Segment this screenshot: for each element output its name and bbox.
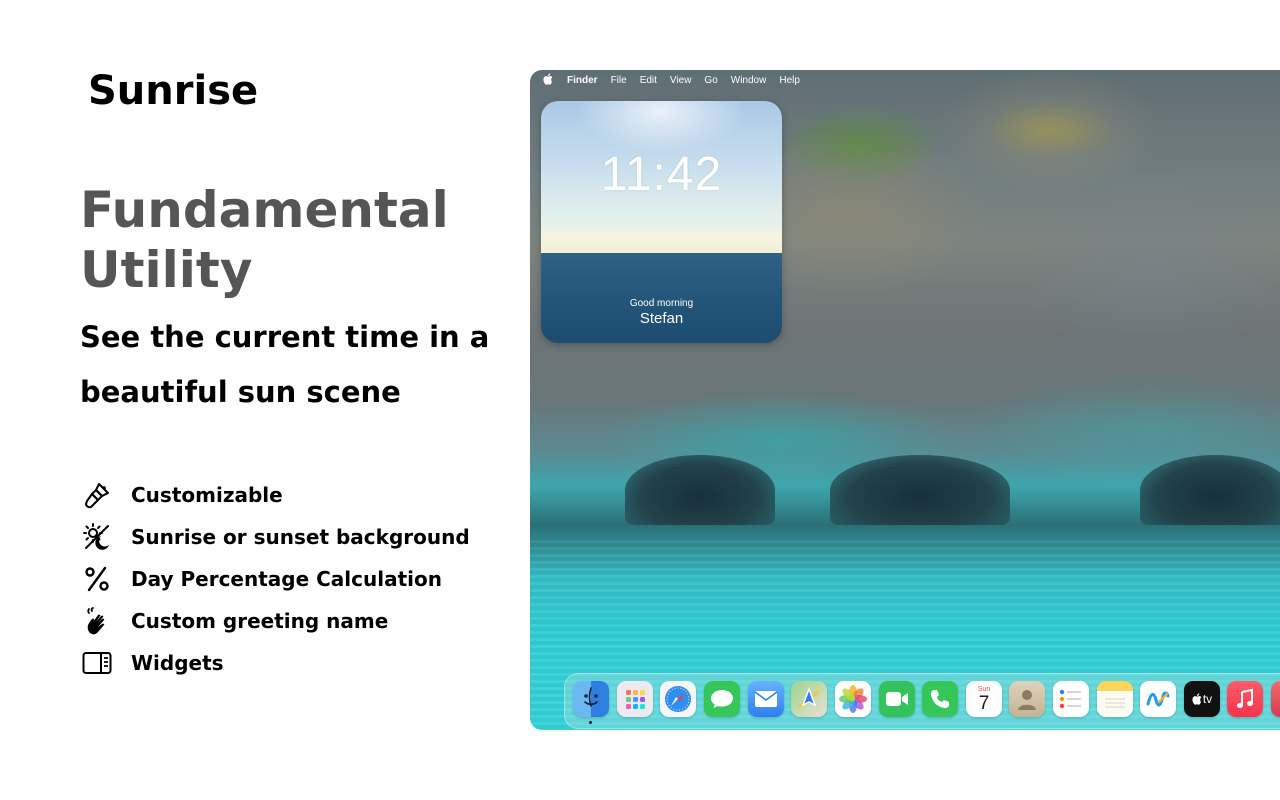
widget-horizon [541, 231, 782, 253]
percent-icon [80, 562, 114, 596]
wallpaper-cave [625, 455, 775, 525]
calendar-icon[interactable]: Sun 7 [966, 681, 1002, 717]
reminders-icon[interactable] [1053, 681, 1089, 717]
widget-greeting: Good morning [629, 298, 694, 309]
feature-label: Custom greeting name [131, 609, 389, 633]
feature-label: Day Percentage Calculation [131, 567, 442, 591]
tv-icon[interactable]: tv [1184, 681, 1220, 717]
running-indicator [589, 721, 592, 724]
freeform-icon[interactable] [1140, 681, 1176, 717]
photos-icon[interactable] [835, 681, 871, 717]
sun-moon-icon [80, 520, 114, 554]
page: Sunrise Fundamental Utility See the curr… [0, 0, 1280, 800]
launchpad-icon[interactable] [617, 681, 653, 717]
podcasts-icon[interactable] [1271, 681, 1280, 717]
feature-item: Widgets [80, 642, 520, 684]
widget-sidebar-icon [80, 646, 114, 680]
menu-item-view[interactable]: View [670, 75, 692, 86]
contacts-icon[interactable] [1009, 681, 1045, 717]
feature-label: Customizable [131, 483, 283, 507]
feature-item: Day Percentage Calculation [80, 558, 520, 600]
widget-name: Stefan [639, 310, 684, 327]
menu-item-window[interactable]: Window [731, 75, 767, 86]
menu-item-edit[interactable]: Edit [640, 75, 657, 86]
maps-icon[interactable] [791, 681, 827, 717]
messages-icon[interactable] [704, 681, 740, 717]
facetime-icon[interactable] [879, 681, 915, 717]
menu-item-finder[interactable]: Finder [567, 75, 598, 86]
feature-item: Custom greeting name [80, 600, 520, 642]
paintbrush-icon [80, 478, 114, 512]
mail-icon[interactable] [748, 681, 784, 717]
widget-time: 11:42 [600, 148, 723, 201]
calendar-day: 7 [978, 692, 990, 714]
apple-menu-icon[interactable] [543, 72, 555, 88]
feature-item: Sunrise or sunset background [80, 516, 520, 558]
phone-icon[interactable] [922, 681, 958, 717]
menu-item-go[interactable]: Go [704, 75, 717, 86]
feature-item: Customizable [80, 474, 520, 516]
sunrise-widget[interactable]: 11:42 Good morning Stefan [541, 101, 782, 343]
music-icon[interactable] [1227, 681, 1263, 717]
app-name: Sunrise [88, 68, 259, 114]
feature-label: Sunrise or sunset background [131, 525, 470, 549]
menu-bar: Finder File Edit View Go Window Help [530, 70, 1280, 90]
finder-icon[interactable] [573, 681, 609, 717]
wallpaper-cave [1140, 455, 1280, 525]
feature-label: Widgets [131, 651, 224, 675]
wallpaper-cave [830, 455, 1010, 525]
notes-icon[interactable] [1097, 681, 1133, 717]
desktop-screenshot: Finder File Edit View Go Window Help 11:… [530, 70, 1280, 730]
headline: Fundamental Utility [80, 181, 449, 299]
feature-list: Customizable Sunrise or sunset backgroun… [80, 474, 520, 684]
subhead: See the current time in a beautiful sun … [80, 320, 490, 409]
hand-wave-icon [80, 604, 114, 638]
menu-item-help[interactable]: Help [779, 75, 800, 86]
tv-label: tv [1202, 692, 1213, 706]
safari-icon[interactable] [660, 681, 696, 717]
menu-item-file[interactable]: File [611, 75, 627, 86]
